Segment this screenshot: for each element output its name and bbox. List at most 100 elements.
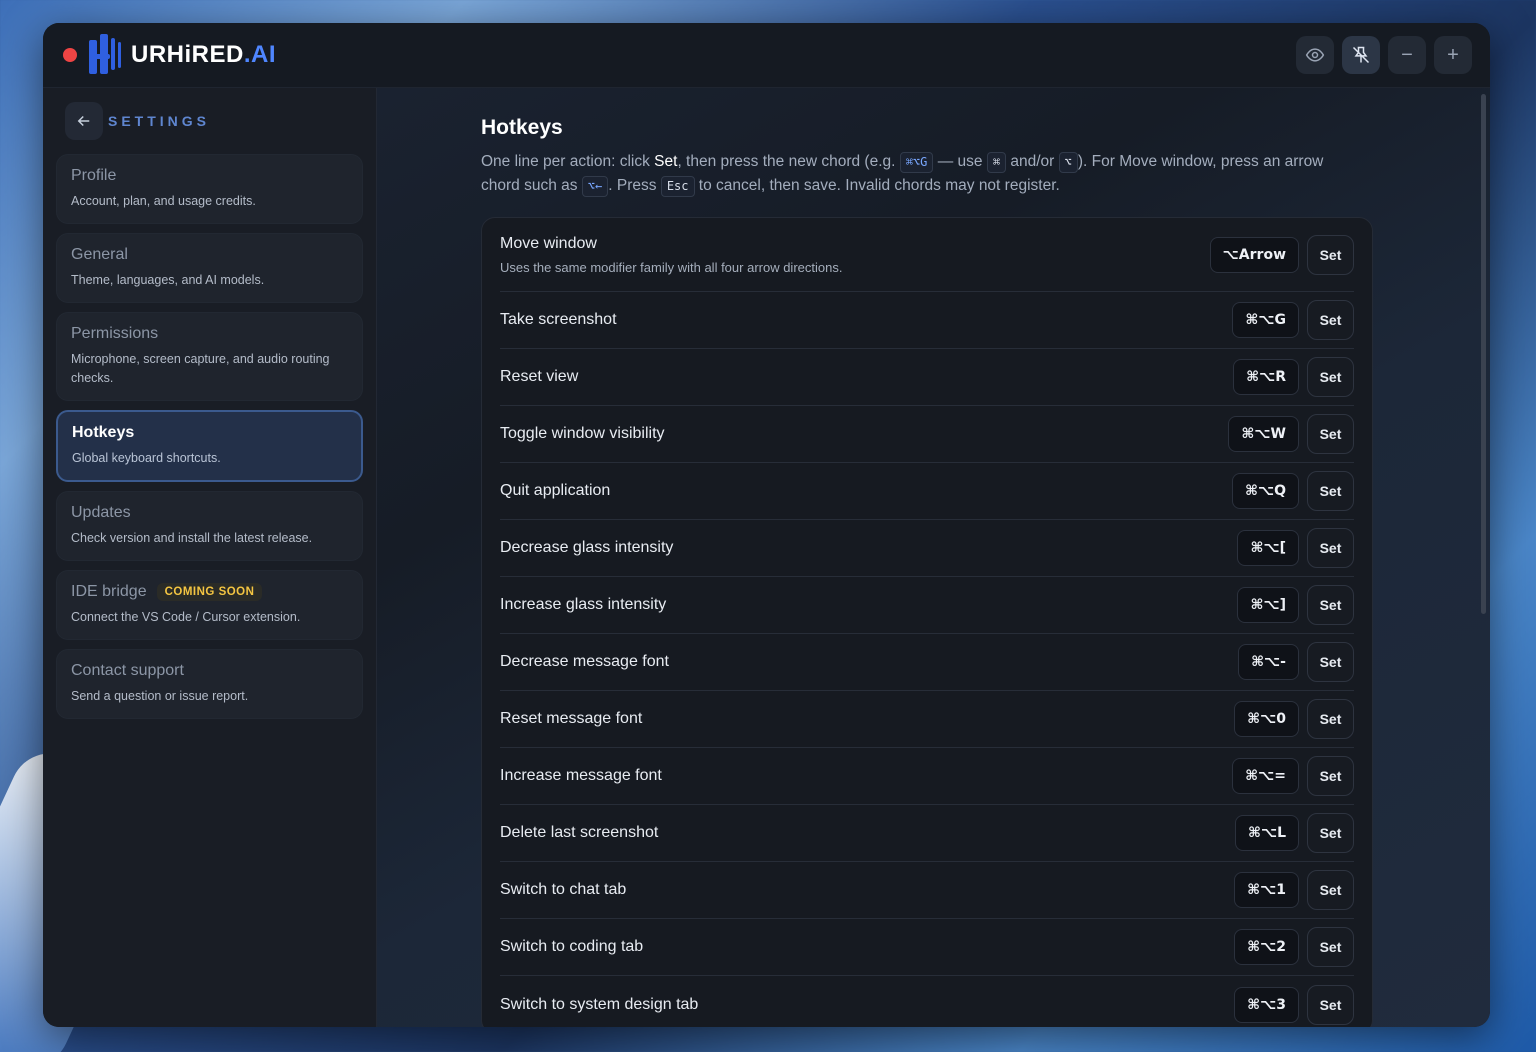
- kbd-esc: Esc: [660, 175, 695, 197]
- hotkey-label: Decrease glass intensity: [500, 539, 674, 556]
- sidebar-item-title: Permissions: [71, 325, 159, 342]
- hotkey-chord: ⌘⌥L: [1234, 815, 1299, 851]
- hotkey-row: Switch to system design tab ⌘⌥3 Set: [500, 976, 1354, 1027]
- app-window: URHiRED.AI − + SETTINGS Profile Account,: [43, 23, 1490, 1027]
- app-logo: URHiRED.AI: [89, 34, 276, 76]
- sidebar-item-desc: Microphone, screen capture, and audio ro…: [71, 352, 330, 385]
- sidebar-item-title: Profile: [71, 167, 117, 184]
- hotkey-label: Increase message font: [500, 767, 662, 784]
- hotkey-text: Toggle window visibility: [500, 425, 1228, 443]
- sidebar-item-title: Contact support: [71, 662, 184, 679]
- sidebar-item-permissions[interactable]: Permissions Microphone, screen capture, …: [56, 312, 363, 401]
- hotkey-row: Reset view ⌘⌥R Set: [500, 349, 1354, 406]
- sidebar-item-title-text: IDE bridge: [71, 583, 147, 600]
- hotkey-text: Increase glass intensity: [500, 596, 1237, 614]
- hotkey-text: Switch to coding tab: [500, 938, 1234, 956]
- hotkey-label: Reset message font: [500, 710, 643, 727]
- sidebar-item-desc: Check version and install the latest rel…: [71, 531, 313, 545]
- hotkey-row: Move window Uses the same modifier family…: [500, 218, 1354, 292]
- set-hotkey-button[interactable]: Set: [1307, 699, 1354, 739]
- set-hotkey-button[interactable]: Set: [1307, 528, 1354, 568]
- hotkey-chord: ⌘⌥]: [1237, 587, 1299, 623]
- set-hotkey-button[interactable]: Set: [1307, 984, 1354, 1025]
- sidebar-item-updates[interactable]: Updates Check version and install the la…: [56, 491, 363, 561]
- sidebar-item-desc: Theme, languages, and AI models.: [71, 273, 265, 287]
- settings-heading: SETTINGS: [108, 113, 211, 129]
- set-hotkey-button[interactable]: Set: [1307, 357, 1354, 397]
- hotkey-list: Move window Uses the same modifier family…: [481, 217, 1373, 1027]
- hotkey-chord: ⌘⌥2: [1234, 929, 1299, 965]
- hotkeys-panel: Hotkeys One line per action: click Set, …: [377, 88, 1490, 1027]
- hotkey-chord: ⌘⌥-: [1238, 644, 1299, 680]
- hotkey-chord: ⌘⌥1: [1234, 872, 1299, 908]
- sidebar-item-desc: Account, plan, and usage credits.: [71, 194, 256, 208]
- set-hotkey-button[interactable]: Set: [1307, 585, 1354, 625]
- sidebar-item-desc: Connect the VS Code / Cursor extension.: [71, 610, 301, 624]
- hotkey-label: Delete last screenshot: [500, 824, 659, 841]
- hotkey-label: Take screenshot: [500, 311, 617, 328]
- arrow-left-icon: [77, 115, 90, 127]
- hotkey-text: Reset view: [500, 368, 1233, 386]
- eye-icon[interactable]: [1296, 36, 1334, 74]
- set-hotkey-button[interactable]: Set: [1307, 870, 1354, 910]
- hotkey-label: Decrease message font: [500, 653, 669, 670]
- hotkey-chord: ⌘⌥[: [1237, 530, 1299, 566]
- sidebar-item-hotkeys[interactable]: Hotkeys Global keyboard shortcuts.: [56, 410, 363, 482]
- sidebar-item-contact-support[interactable]: Contact support Send a question or issue…: [56, 649, 363, 719]
- sidebar-item-title: Updates: [71, 504, 131, 521]
- plus-icon[interactable]: +: [1434, 36, 1472, 74]
- hotkey-row: Increase message font ⌘⌥= Set: [500, 748, 1354, 805]
- sidebar-item-ide-bridge[interactable]: IDE bridge COMING SOON Connect the VS Co…: [56, 570, 363, 640]
- sidebar-item-title: General: [71, 246, 128, 263]
- hotkey-chord: ⌘⌥R: [1233, 359, 1299, 395]
- pin-off-icon[interactable]: [1342, 36, 1380, 74]
- minus-icon[interactable]: −: [1388, 36, 1426, 74]
- scrollbar[interactable]: [1481, 94, 1486, 614]
- hotkey-label: Quit application: [500, 482, 611, 499]
- hotkey-label: Increase glass intensity: [500, 596, 667, 613]
- hotkey-chord: ⌘⌥G: [1232, 302, 1299, 338]
- back-button[interactable]: [65, 102, 103, 140]
- sidebar-item-title: Hotkeys: [72, 424, 135, 441]
- set-hotkey-button[interactable]: Set: [1307, 813, 1354, 853]
- hotkey-text: Take screenshot: [500, 311, 1232, 329]
- kbd-cmd: ⌘: [986, 152, 1007, 173]
- set-hotkey-button[interactable]: Set: [1307, 414, 1354, 454]
- kbd-example: ⌘⌥G: [899, 152, 934, 173]
- hotkey-text: Decrease message font: [500, 653, 1238, 671]
- hotkey-chord: ⌘⌥3: [1234, 986, 1299, 1023]
- hotkey-label: Switch to chat tab: [500, 881, 627, 898]
- hotkey-label: Switch to coding tab: [500, 938, 644, 955]
- page-description: One line per action: click Set, then pre…: [481, 150, 1351, 197]
- set-hotkey-button[interactable]: Set: [1307, 756, 1354, 796]
- content-area: SETTINGS Profile Account, plan, and usag…: [43, 88, 1490, 1027]
- sidebar-item-profile[interactable]: Profile Account, plan, and usage credits…: [56, 154, 363, 224]
- hotkey-text: Switch to chat tab: [500, 881, 1234, 899]
- sidebar-item-desc: Send a question or issue report.: [71, 689, 249, 703]
- hotkey-text: Switch to system design tab: [500, 996, 1234, 1014]
- hotkey-row: Reset message font ⌘⌥0 Set: [500, 691, 1354, 748]
- hotkey-chord: ⌘⌥Q: [1231, 473, 1299, 509]
- sidebar-item-desc: Global keyboard shortcuts.: [72, 451, 221, 465]
- coming-soon-badge: COMING SOON: [156, 583, 263, 601]
- kbd-opt: ⌥: [1058, 152, 1078, 173]
- title-actions: − +: [1296, 36, 1472, 74]
- sidebar-item-general[interactable]: General Theme, languages, and AI models.: [56, 233, 363, 303]
- hotkey-row: Toggle window visibility ⌘⌥W Set: [500, 406, 1354, 463]
- hotkey-label: Reset view: [500, 368, 579, 385]
- set-hotkey-button[interactable]: Set: [1307, 471, 1354, 511]
- hotkey-label: Toggle window visibility: [500, 425, 665, 442]
- set-hotkey-button[interactable]: Set: [1307, 642, 1354, 682]
- hotkey-row: Delete last screenshot ⌘⌥L Set: [500, 805, 1354, 862]
- hotkey-subtitle: Uses the same modifier family with all f…: [500, 259, 843, 275]
- set-hotkey-button[interactable]: Set: [1307, 300, 1354, 340]
- hotkey-row: Decrease glass intensity ⌘⌥[Set: [500, 520, 1354, 577]
- set-hotkey-button[interactable]: Set: [1307, 234, 1354, 275]
- close-window-button[interactable]: [63, 48, 77, 62]
- title-bar: URHiRED.AI − +: [43, 23, 1490, 88]
- hotkey-row: Take screenshot ⌘⌥G Set: [500, 292, 1354, 349]
- set-hotkey-button[interactable]: Set: [1307, 927, 1354, 967]
- settings-sidebar: SETTINGS Profile Account, plan, and usag…: [43, 88, 377, 1027]
- hotkey-text: Decrease glass intensity: [500, 539, 1237, 557]
- hotkey-label: Switch to system design tab: [500, 995, 699, 1013]
